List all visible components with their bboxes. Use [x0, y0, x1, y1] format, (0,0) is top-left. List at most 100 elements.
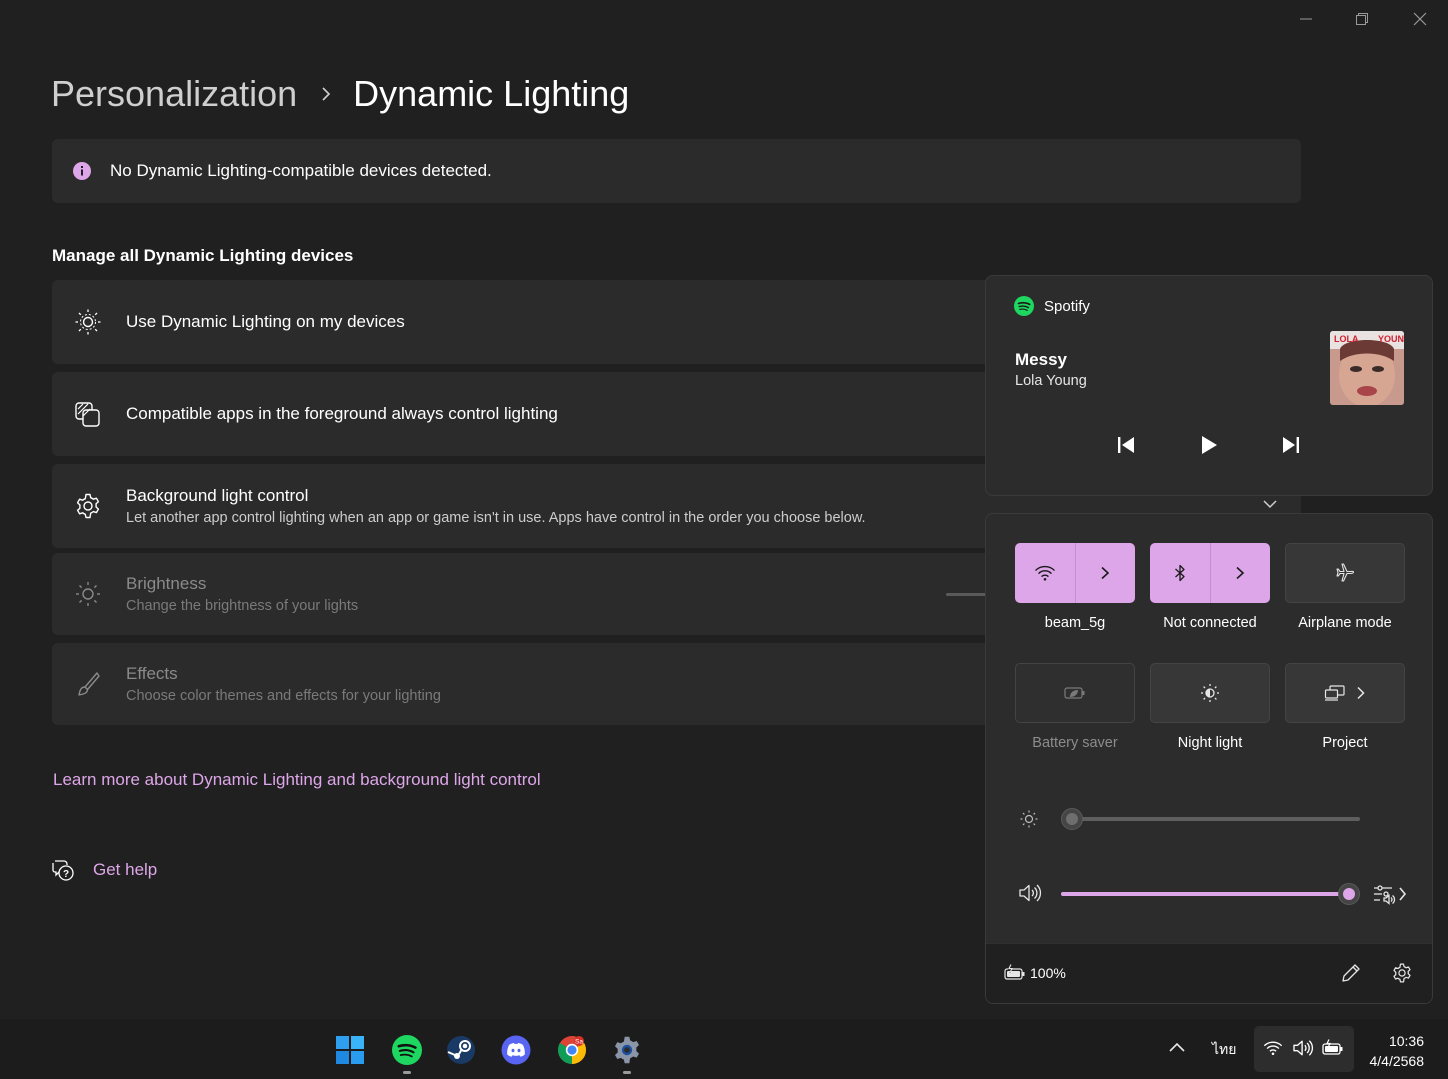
battery-saver-tile: [1015, 663, 1135, 723]
media-app: Spotify: [1014, 296, 1090, 316]
taskbar-discord[interactable]: [500, 1034, 532, 1066]
settings-icon: [615, 1036, 639, 1064]
volume-icon[interactable]: [1018, 883, 1042, 903]
volume-slider-thumb[interactable]: [1338, 883, 1360, 905]
card-title: Compatible apps in the foreground always…: [126, 404, 558, 423]
next-track-button[interactable]: [1271, 430, 1311, 460]
song-title: Messy: [1015, 350, 1067, 369]
steam-icon: [447, 1036, 475, 1064]
help-icon: ?: [52, 860, 74, 881]
bluetooth-tile[interactable]: [1150, 543, 1270, 603]
tray-status-group[interactable]: [1254, 1026, 1354, 1072]
volume-slider-fill: [1061, 892, 1349, 896]
section-title: Manage all Dynamic Lighting devices: [52, 246, 354, 265]
chevron-right-icon: [1357, 686, 1365, 700]
card-title: Use Dynamic Lighting on my devices: [126, 312, 405, 331]
project-label: Project: [1322, 735, 1368, 751]
song-artist: Lola Young: [1015, 373, 1087, 389]
svg-text:Sa: Sa: [575, 1038, 583, 1045]
night-light-tile[interactable]: [1150, 663, 1270, 723]
battery-saver-icon: [1064, 687, 1085, 699]
clock-date: 4/4/2568: [1369, 1053, 1425, 1069]
apps-icon: [74, 400, 102, 428]
taskbar: Sa ไทย 10:36 4/4/2568: [0, 1019, 1448, 1079]
brightness-slider-thumb[interactable]: [1061, 808, 1083, 830]
chevron-right-icon: [321, 86, 331, 102]
input-language[interactable]: ไทย: [1212, 1039, 1236, 1061]
brightness-icon: [1020, 810, 1038, 828]
airplane-mode-tile[interactable]: [1285, 543, 1405, 603]
chevron-right-icon: [1101, 566, 1110, 580]
next-icon: [1283, 437, 1299, 453]
audio-mixer-icon: [1374, 885, 1407, 905]
night-light-icon: [1201, 684, 1219, 702]
card-title: Background light control: [126, 486, 309, 505]
battery-icon[interactable]: [1004, 964, 1026, 982]
card-description: Change the brightness of your lights: [126, 598, 359, 614]
chevron-down-icon[interactable]: [1262, 498, 1278, 510]
edit-quick-settings-button[interactable]: [1341, 963, 1361, 983]
restore-button[interactable]: [1339, 4, 1385, 34]
running-indicator: [403, 1071, 411, 1074]
project-tile[interactable]: [1285, 663, 1405, 723]
gear-icon: [74, 492, 102, 520]
get-help-link[interactable]: ? Get help: [51, 858, 157, 882]
quick-settings-footer: 100%: [986, 943, 1432, 1003]
breadcrumb: Personalization Dynamic Lighting: [51, 70, 629, 118]
all-settings-button[interactable]: [1392, 963, 1412, 983]
audio-output-button[interactable]: [1372, 883, 1410, 905]
tray-battery-icon: [1322, 1039, 1344, 1057]
running-indicator: [623, 1071, 631, 1074]
wifi-tile[interactable]: [1015, 543, 1135, 603]
svg-text:?: ?: [63, 869, 69, 880]
taskbar-settings[interactable]: [611, 1034, 643, 1066]
info-bar: No Dynamic Lighting-compatible devices d…: [52, 139, 1301, 203]
close-icon: [1413, 12, 1427, 26]
pencil-icon: [1342, 964, 1360, 982]
previous-icon: [1118, 437, 1134, 453]
tray-wifi-icon: [1263, 1040, 1283, 1056]
album-art: LOLA YOUNG: [1330, 331, 1404, 405]
start-button[interactable]: [334, 1034, 366, 1066]
brush-icon: [74, 670, 102, 698]
previous-track-button[interactable]: [1106, 430, 1146, 460]
brightness-slider[interactable]: [1072, 817, 1360, 821]
media-app-name: Spotify: [1044, 297, 1090, 315]
page-title: Dynamic Lighting: [353, 73, 630, 114]
wifi-expand-button[interactable]: [1075, 543, 1135, 603]
airplane-mode-label: Airplane mode: [1298, 615, 1392, 631]
learn-more-link[interactable]: Learn more about Dynamic Lighting and ba…: [53, 770, 541, 790]
taskbar-spotify[interactable]: [391, 1034, 423, 1066]
minimize-icon: [1300, 18, 1312, 20]
chrome-icon: Sa: [558, 1036, 586, 1064]
bluetooth-icon: [1174, 564, 1185, 582]
breadcrumb-personalization[interactable]: Personalization: [51, 73, 297, 115]
show-hidden-icons-button[interactable]: [1168, 1041, 1186, 1053]
taskbar-chrome[interactable]: Sa: [556, 1034, 588, 1066]
taskbar-steam[interactable]: [445, 1034, 477, 1066]
bluetooth-expand-button[interactable]: [1210, 543, 1270, 603]
quick-settings-panel: beam_5g Not connected Airplane mode Batt…: [985, 513, 1433, 1004]
spotify-icon: [1014, 296, 1034, 316]
project-icon: [1324, 685, 1345, 701]
close-button[interactable]: [1397, 4, 1443, 34]
minimize-button[interactable]: [1283, 4, 1329, 34]
settings-gear-icon: [1393, 963, 1411, 983]
wifi-icon: [1034, 565, 1055, 581]
card-description: Choose color themes and effects for your…: [126, 688, 441, 704]
airplane-icon: [1336, 563, 1355, 582]
clock[interactable]: 10:36 4/4/2568: [1370, 1031, 1425, 1071]
get-help-label: Get help: [93, 860, 158, 879]
wifi-toggle[interactable]: [1015, 543, 1075, 603]
dynamic-lighting-icon: [74, 308, 102, 336]
bluetooth-toggle[interactable]: [1150, 543, 1210, 603]
discord-icon: [501, 1035, 531, 1065]
info-message: No Dynamic Lighting-compatible devices d…: [110, 161, 492, 180]
sun-icon: [74, 580, 102, 608]
media-flyout: Spotify Messy Lola Young LOLA YOUNG: [985, 275, 1433, 496]
card-description: Let another app control lighting when an…: [126, 510, 866, 526]
start-icon: [336, 1036, 364, 1064]
clock-time: 10:36: [1388, 1033, 1424, 1049]
play-button[interactable]: [1189, 430, 1229, 460]
svg-text:YOUNG: YOUNG: [1378, 334, 1404, 344]
